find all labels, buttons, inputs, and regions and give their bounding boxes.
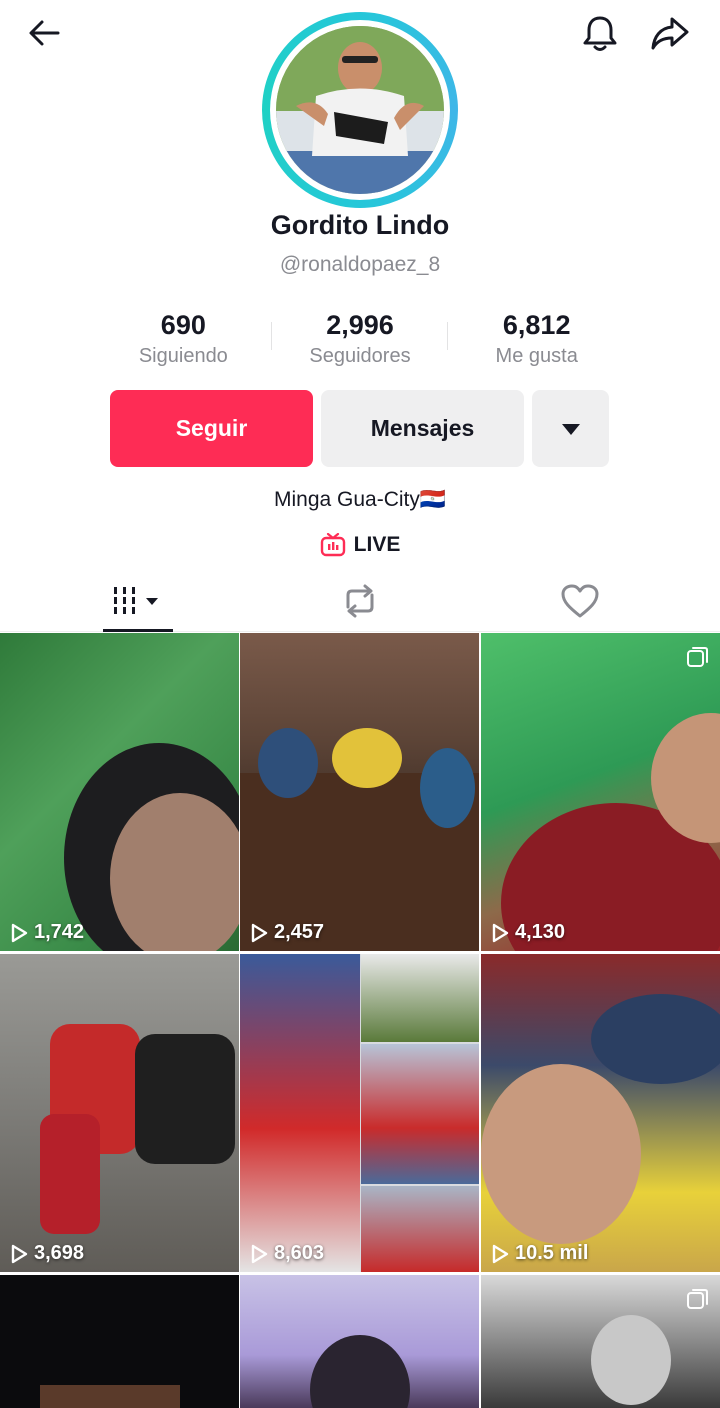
profile-stats: 690 Siguiendo 2,996 Seguidores 6,812 Me …	[95, 310, 625, 374]
bell-icon	[583, 16, 617, 51]
view-count: 2,457	[250, 921, 324, 944]
notifications-button[interactable]	[576, 9, 624, 57]
content-tabs	[0, 570, 720, 632]
video-thumbnail[interactable]: 4,130	[481, 633, 720, 951]
tab-liked[interactable]	[460, 570, 700, 632]
avatar-frame	[270, 20, 450, 200]
avatar[interactable]	[276, 26, 444, 194]
tab-videos[interactable]	[18, 570, 258, 632]
video-thumbnail[interactable]	[0, 1275, 239, 1408]
view-count: 8,603	[250, 1242, 324, 1265]
video-thumbnail[interactable]: 3,698	[0, 954, 239, 1272]
stat-likes-value: 6,812	[502, 310, 571, 340]
arrow-left-icon	[29, 20, 60, 46]
live-label: LIVE	[353, 533, 401, 556]
avatar-photo	[276, 26, 444, 194]
stat-divider	[447, 322, 448, 350]
video-thumbnail[interactable]	[481, 1275, 720, 1408]
multi-photo-icon	[687, 1289, 708, 1309]
stat-divider	[271, 322, 272, 350]
share-button[interactable]	[646, 9, 694, 57]
view-count-label: 4,130	[515, 921, 566, 943]
view-count: 3,698	[10, 1242, 84, 1265]
stat-followers[interactable]: 2,996 Seguidores	[272, 310, 449, 374]
tab-reposts[interactable]	[240, 570, 480, 632]
view-count-label: 3,698	[34, 1242, 85, 1264]
grid-icon	[114, 587, 158, 614]
video-thumbnail[interactable]: 1,742	[0, 633, 239, 951]
view-count-label: 10.5 mil	[515, 1242, 589, 1264]
view-count: 4,130	[491, 921, 565, 944]
multi-photo-icon	[687, 647, 708, 667]
stat-followers-label: Seguidores	[309, 345, 411, 367]
avatar-ring[interactable]	[262, 12, 458, 208]
stat-following[interactable]: 690 Siguiendo	[95, 310, 272, 374]
stat-following-value: 690	[160, 310, 206, 340]
tab-selected-indicator	[103, 629, 173, 632]
play-icon	[492, 1244, 509, 1263]
play-icon	[11, 923, 28, 942]
share-icon	[651, 17, 689, 50]
repost-icon	[346, 584, 374, 618]
live-tv-icon	[320, 533, 345, 557]
view-count-label: 2,457	[274, 921, 325, 943]
video-thumbnail[interactable]: 10.5 mil	[481, 954, 720, 1272]
stat-followers-value: 2,996	[326, 310, 394, 340]
stat-likes[interactable]: 6,812 Me gusta	[448, 310, 625, 374]
play-icon	[11, 1244, 28, 1263]
bio: Minga Gua-City🇵🇾	[273, 488, 447, 511]
live-link[interactable]: LIVE	[0, 533, 720, 557]
view-count: 10.5 mil	[491, 1242, 588, 1265]
play-icon	[251, 923, 268, 942]
play-icon	[492, 923, 509, 942]
back-button[interactable]	[20, 9, 68, 57]
video-thumbnail[interactable]: 2,457	[240, 633, 479, 951]
stat-likes-label: Me gusta	[495, 345, 578, 367]
display-name: Gordito Lindo	[270, 210, 450, 240]
video-thumbnail[interactable]: 8,603	[240, 954, 479, 1272]
view-count: 1,742	[10, 921, 84, 944]
heart-icon	[561, 584, 599, 618]
video-thumbnail[interactable]	[240, 1275, 479, 1408]
username: @ronaldopaez_8	[279, 253, 441, 276]
view-count-label: 8,603	[274, 1242, 325, 1264]
stat-following-label: Siguiendo	[138, 345, 228, 367]
messages-button[interactable]: Mensajes	[321, 390, 524, 467]
follow-button[interactable]: Seguir	[110, 390, 313, 467]
play-icon	[251, 1244, 268, 1263]
view-count-label: 1,742	[34, 921, 85, 943]
caret-down-icon	[561, 423, 580, 435]
suggested-accounts-button[interactable]	[532, 390, 609, 467]
